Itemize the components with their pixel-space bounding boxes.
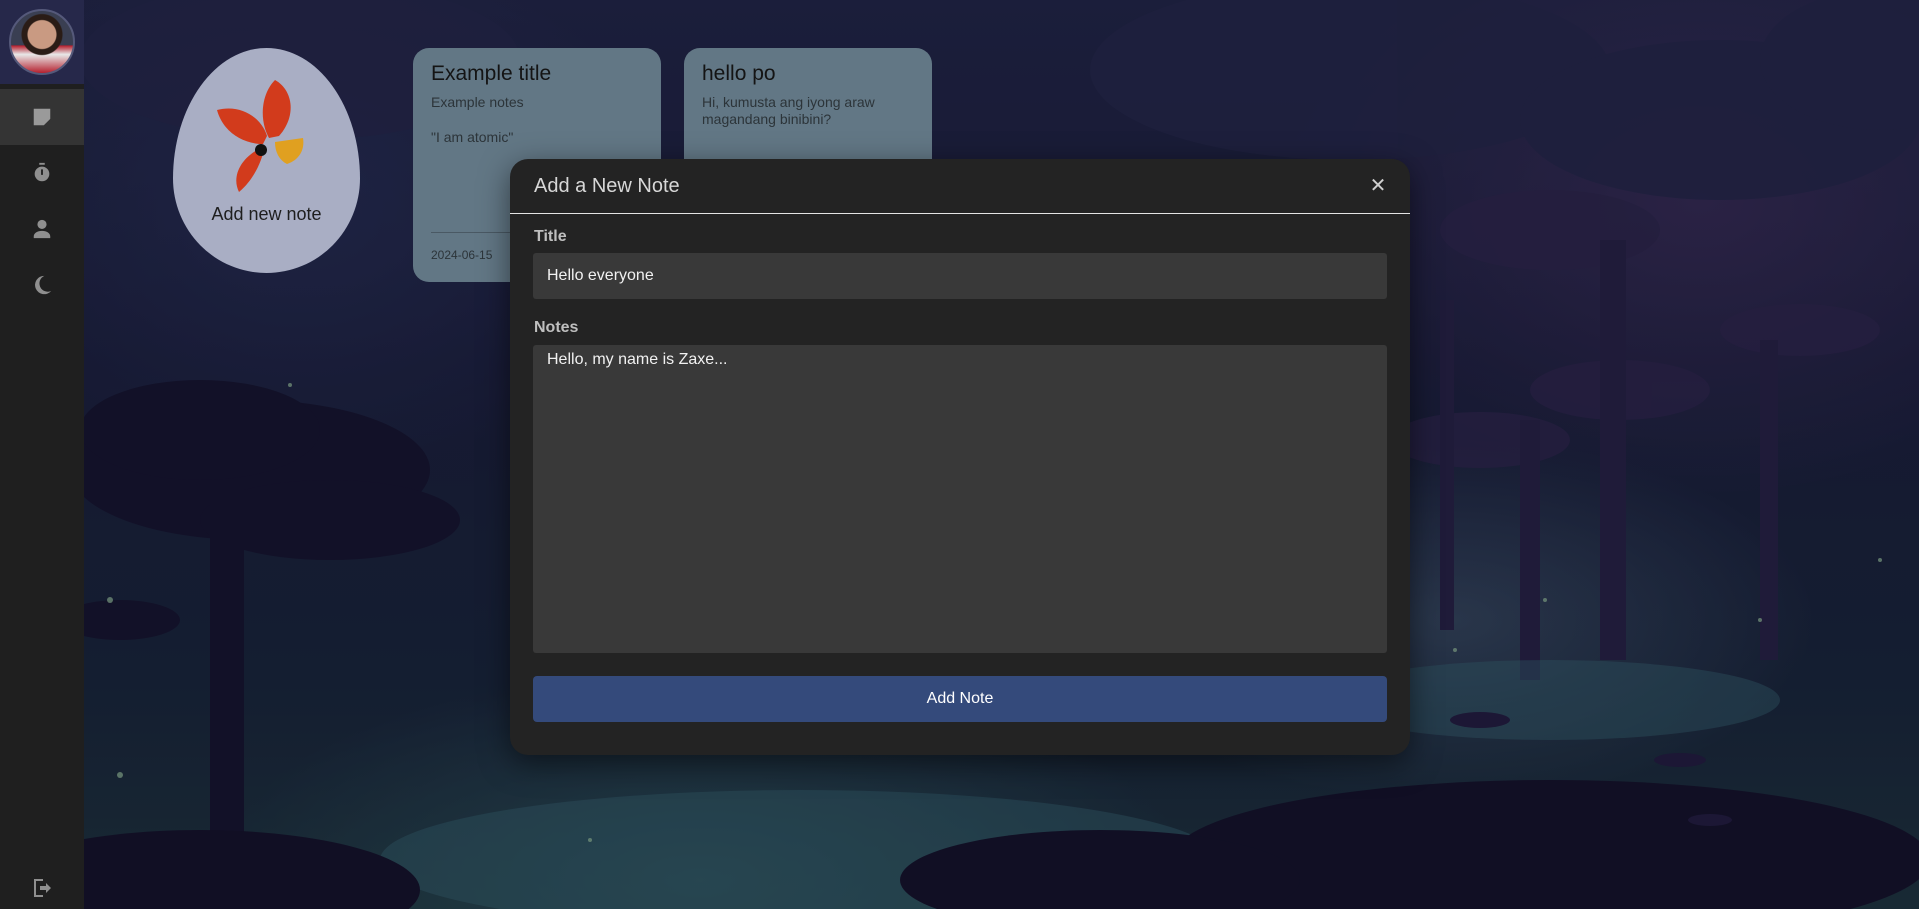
close-icon[interactable]: ✕ — [1366, 173, 1390, 197]
sidebar-item-timer[interactable] — [0, 145, 84, 201]
note-body: Hi, kumusta ang iyong araw magandang bin… — [702, 94, 875, 127]
note-title: hello po — [702, 62, 776, 85]
note-date: 2024-06-15 — [431, 248, 493, 262]
note-body: Example notes — [431, 94, 524, 110]
logout-icon — [34, 879, 51, 897]
sidebar-item-profile[interactable] — [0, 201, 84, 257]
sidebar — [0, 0, 84, 909]
notes-field-label: Notes — [534, 319, 579, 336]
title-input[interactable] — [533, 253, 1387, 299]
sticky-note-icon — [33, 108, 51, 126]
avatar-container — [0, 0, 84, 84]
app-logo-icon — [216, 80, 303, 192]
moon-icon — [35, 275, 52, 295]
title-field-label: Title — [534, 228, 567, 245]
add-new-note-label: Add new note — [211, 204, 322, 224]
note-quote: "I am atomic" — [431, 129, 514, 145]
sidebar-item-notes[interactable] — [0, 89, 84, 145]
sidebar-item-theme[interactable] — [0, 257, 84, 313]
avatar[interactable] — [9, 9, 75, 75]
stopwatch-icon — [34, 162, 50, 182]
add-note-button[interactable]: Add Note — [533, 676, 1387, 722]
sidebar-item-logout[interactable] — [0, 860, 84, 909]
note-title: Example title — [431, 62, 552, 85]
modal-header: Add a New Note ✕ — [510, 159, 1410, 214]
notes-textarea[interactable]: Hello, my name is Zaxe... — [533, 345, 1387, 653]
user-icon — [33, 219, 51, 239]
modal-title: Add a New Note — [534, 175, 680, 197]
add-note-modal: Add a New Note ✕ Title Notes Hello, my n… — [510, 159, 1410, 755]
